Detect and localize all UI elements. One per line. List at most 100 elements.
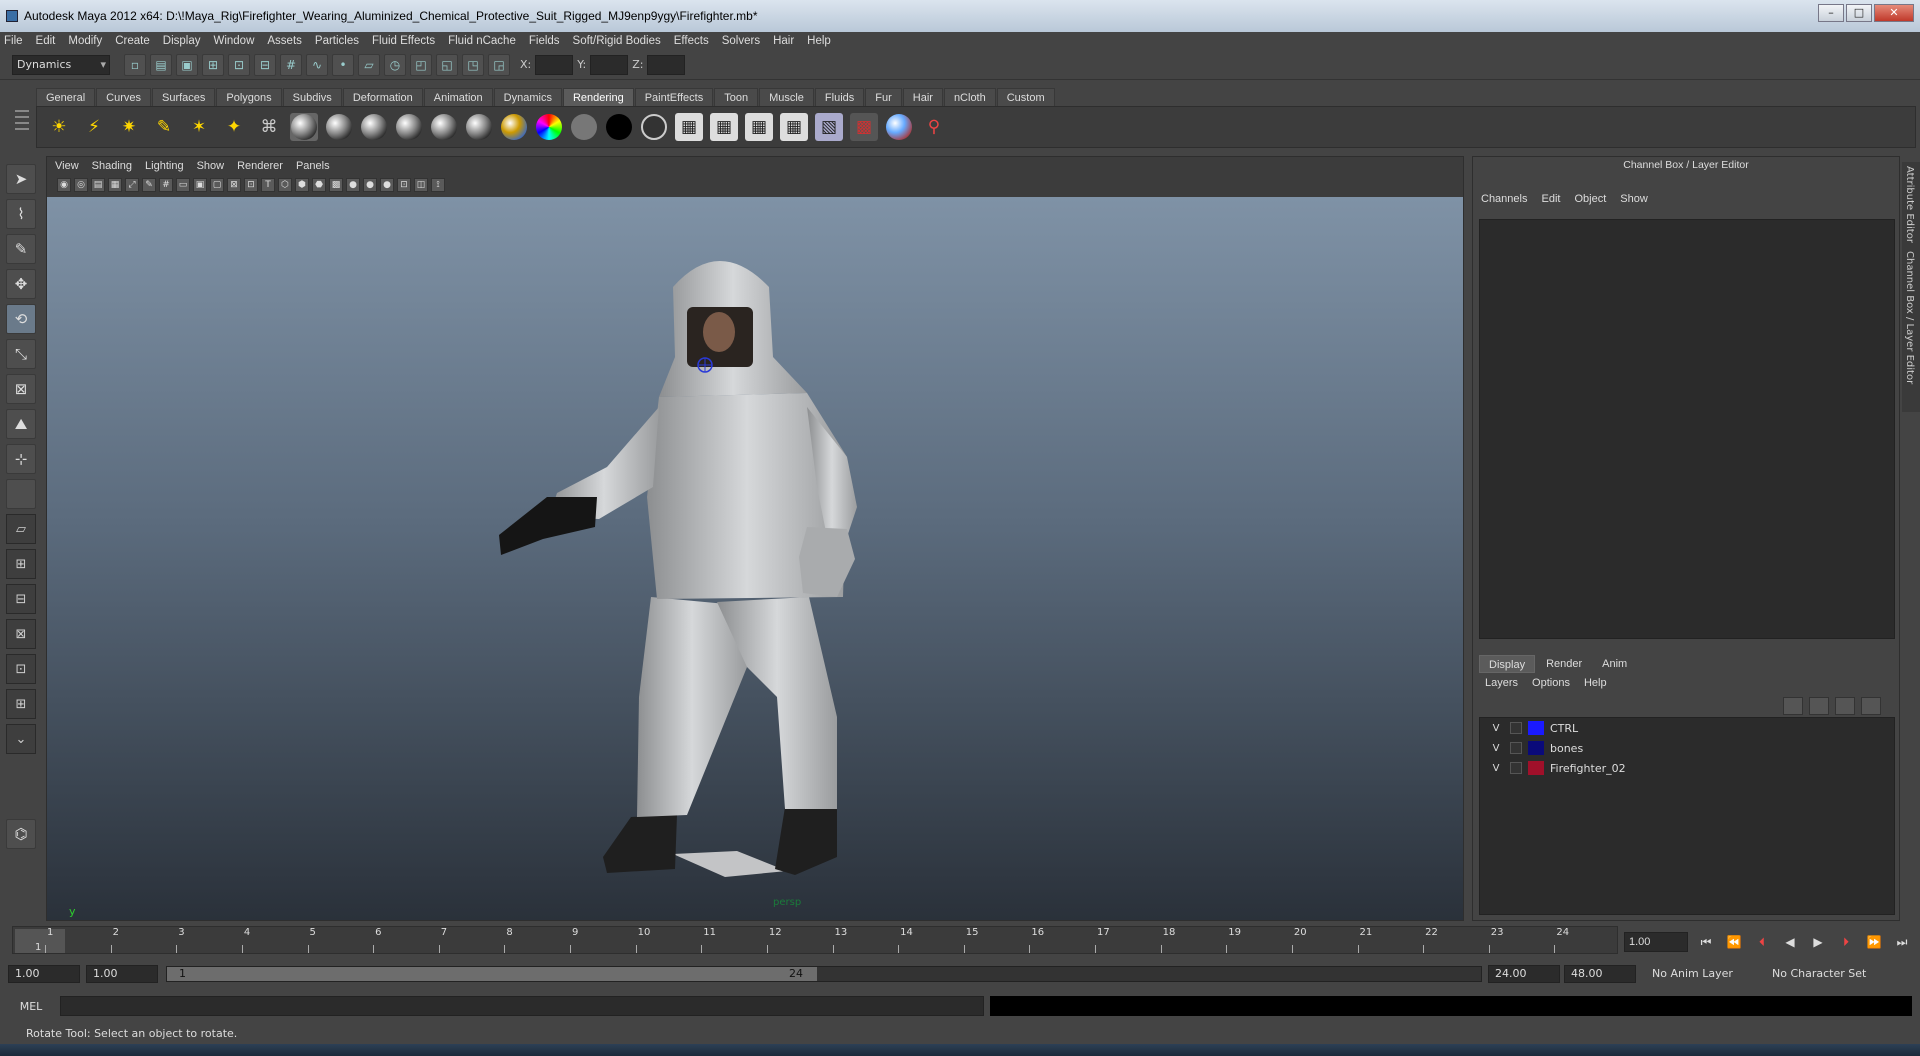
step-forward-frame-icon[interactable]: ⏵ <box>1836 935 1856 950</box>
select-hierarchy-icon[interactable]: ⊞ <box>202 53 224 76</box>
start-range-field[interactable]: 1.00 <box>86 965 158 983</box>
shelf-tab-polygons[interactable]: Polygons <box>216 88 282 106</box>
snap-curve-icon[interactable]: ∿ <box>306 53 328 76</box>
layout-menu-icon[interactable]: ⌄ <box>6 724 36 754</box>
ipr-frame-icon[interactable]: ▦ <box>745 113 773 141</box>
menu-help[interactable]: Help <box>807 35 831 47</box>
shelf-tab-hair[interactable]: Hair <box>902 88 943 106</box>
batch-render-icon[interactable]: ▦ <box>780 113 808 141</box>
menu-window[interactable]: Window <box>213 35 254 47</box>
persp-outliner-layout-icon[interactable]: ⊟ <box>6 584 36 614</box>
new-layer-selected-icon[interactable] <box>1861 697 1881 715</box>
ipr-render-icon[interactable]: ◱ <box>436 53 458 76</box>
menu-file[interactable]: File <box>4 35 23 47</box>
new-layer-icon[interactable] <box>1835 697 1855 715</box>
point-light-icon[interactable]: ✷ <box>115 113 143 141</box>
four-view-layout-icon[interactable]: ⊞ <box>6 549 36 579</box>
show-manipulator-icon[interactable]: ⊹ <box>6 444 36 474</box>
camera-icon[interactable]: ⌘ <box>255 113 283 141</box>
range-bar[interactable]: 1 24 <box>166 966 1482 982</box>
render-view-icon[interactable]: ▦ <box>675 113 703 141</box>
menu-effects[interactable]: Effects <box>674 35 709 47</box>
paint-select-icon[interactable]: ✎ <box>6 234 36 264</box>
time-slider[interactable]: 1 1 2 3 4 5 6 7 8 9 10 11 12 13 14 15 16 17 18 19 20 21 22 23 2… <box>12 926 1618 954</box>
menu-solvers[interactable]: Solvers <box>722 35 760 47</box>
ambient-light-icon[interactable]: ☀ <box>45 113 73 141</box>
layer-menu-help[interactable]: Help <box>1584 677 1607 689</box>
menu-hair[interactable]: Hair <box>773 35 794 47</box>
go-to-end-icon[interactable]: ⏭ <box>1892 935 1912 950</box>
render-layer-icon[interactable]: ▧ <box>815 113 843 141</box>
cb-menu-channels[interactable]: Channels <box>1481 193 1527 205</box>
maximize-button[interactable]: □ <box>1846 4 1872 22</box>
history-icon[interactable]: ◷ <box>384 53 406 76</box>
persp-graph-layout-icon[interactable]: ⊠ <box>6 619 36 649</box>
layer-visibility-toggle[interactable]: V <box>1488 723 1504 734</box>
safe-action-icon[interactable]: ⊡ <box>244 178 258 192</box>
shelf-tab-toon[interactable]: Toon <box>714 88 759 106</box>
bookmark-icon[interactable]: ▤ <box>91 178 105 192</box>
menu-edit[interactable]: Edit <box>36 35 56 47</box>
scale-tool-icon[interactable]: ⤡ <box>6 339 36 369</box>
shelf-tab-painteffects[interactable]: PaintEffects <box>634 88 714 106</box>
single-view-layout-icon[interactable]: ▱ <box>6 514 36 544</box>
menu-particles[interactable]: Particles <box>315 35 359 47</box>
character-set-dropdown[interactable]: No Character Set <box>1766 965 1890 983</box>
phonge-material-icon[interactable] <box>430 113 458 141</box>
shelf-tab-deformation[interactable]: Deformation <box>342 88 423 106</box>
step-back-frame-icon[interactable]: ⏴ <box>1752 935 1772 950</box>
current-frame-marker[interactable]: 1 <box>15 929 65 953</box>
shelf-tab-fur[interactable]: Fur <box>865 88 902 106</box>
menu-modify[interactable]: Modify <box>68 35 102 47</box>
resolution-gate-icon[interactable]: ▣ <box>193 178 207 192</box>
range-handle[interactable]: 1 24 <box>167 967 817 981</box>
anim-layer-dropdown[interactable]: No Anim Layer <box>1646 965 1766 983</box>
use-default-light-icon[interactable]: ● <box>346 178 360 192</box>
universal-manipulator-icon[interactable]: ⊠ <box>6 374 36 404</box>
layer-color-swatch[interactable] <box>1528 761 1544 775</box>
last-tool-icon[interactable] <box>6 479 36 509</box>
shelf-tab-general[interactable]: General <box>36 88 96 106</box>
shelf-tab-surfaces[interactable]: Surfaces <box>151 88 216 106</box>
two-d-pan-icon[interactable]: ⤢ <box>125 178 139 192</box>
wireframe-icon[interactable]: ⬡ <box>278 178 292 192</box>
hypershade-icon[interactable]: ◲ <box>488 53 510 76</box>
paint-brush-icon[interactable]: ⚲ <box>920 113 948 141</box>
render-globals-icon[interactable]: ▩ <box>850 113 878 141</box>
layer-row[interactable]: V bones <box>1480 738 1894 758</box>
anisotropic-material-icon[interactable] <box>465 113 493 141</box>
end-time-field[interactable]: 48.00 <box>1564 965 1636 983</box>
snap-point-icon[interactable]: • <box>332 53 354 76</box>
shelf-tab-custom[interactable]: Custom <box>996 88 1055 106</box>
grid-icon[interactable]: # <box>159 178 173 192</box>
gate-mask-icon[interactable]: ▢ <box>210 178 224 192</box>
textured-icon[interactable]: ▩ <box>329 178 343 192</box>
menu-create[interactable]: Create <box>115 35 150 47</box>
phong-material-icon[interactable] <box>395 113 423 141</box>
move-tool-icon[interactable]: ✥ <box>6 269 36 299</box>
snap-grid-icon[interactable]: # <box>280 53 302 76</box>
directional-light-icon[interactable]: ⚡ <box>80 113 108 141</box>
shelf-tab-curves[interactable]: Curves <box>96 88 151 106</box>
select-tool-icon[interactable]: ➤ <box>6 164 36 194</box>
channel-box-area[interactable] <box>1479 219 1895 639</box>
cb-menu-edit[interactable]: Edit <box>1541 193 1560 205</box>
camera-attributes-icon[interactable]: ◎ <box>74 178 88 192</box>
x-field[interactable] <box>535 54 574 75</box>
select-object-icon[interactable]: ⊡ <box>228 53 250 76</box>
layer-visibility-toggle[interactable]: V <box>1488 763 1504 774</box>
volume-light-icon[interactable]: ✦ <box>220 113 248 141</box>
menu-fluid-ncache[interactable]: Fluid nCache <box>448 35 516 47</box>
area-light-icon[interactable]: ✶ <box>185 113 213 141</box>
close-button[interactable]: ✕ <box>1874 4 1914 22</box>
save-scene-icon[interactable]: ▣ <box>176 53 198 76</box>
end-range-field[interactable]: 24.00 <box>1488 965 1560 983</box>
shelf-handle[interactable] <box>10 106 34 148</box>
image-plane-icon[interactable]: ▦ <box>108 178 122 192</box>
select-camera-icon[interactable]: ◉ <box>57 178 71 192</box>
hypershade-shelf-icon[interactable] <box>290 113 318 141</box>
firefighter-model[interactable] <box>47 197 1463 920</box>
shelf-tab-animation[interactable]: Animation <box>423 88 493 106</box>
surface-shader-icon[interactable] <box>570 113 598 141</box>
use-all-lights-icon[interactable]: ● <box>363 178 377 192</box>
